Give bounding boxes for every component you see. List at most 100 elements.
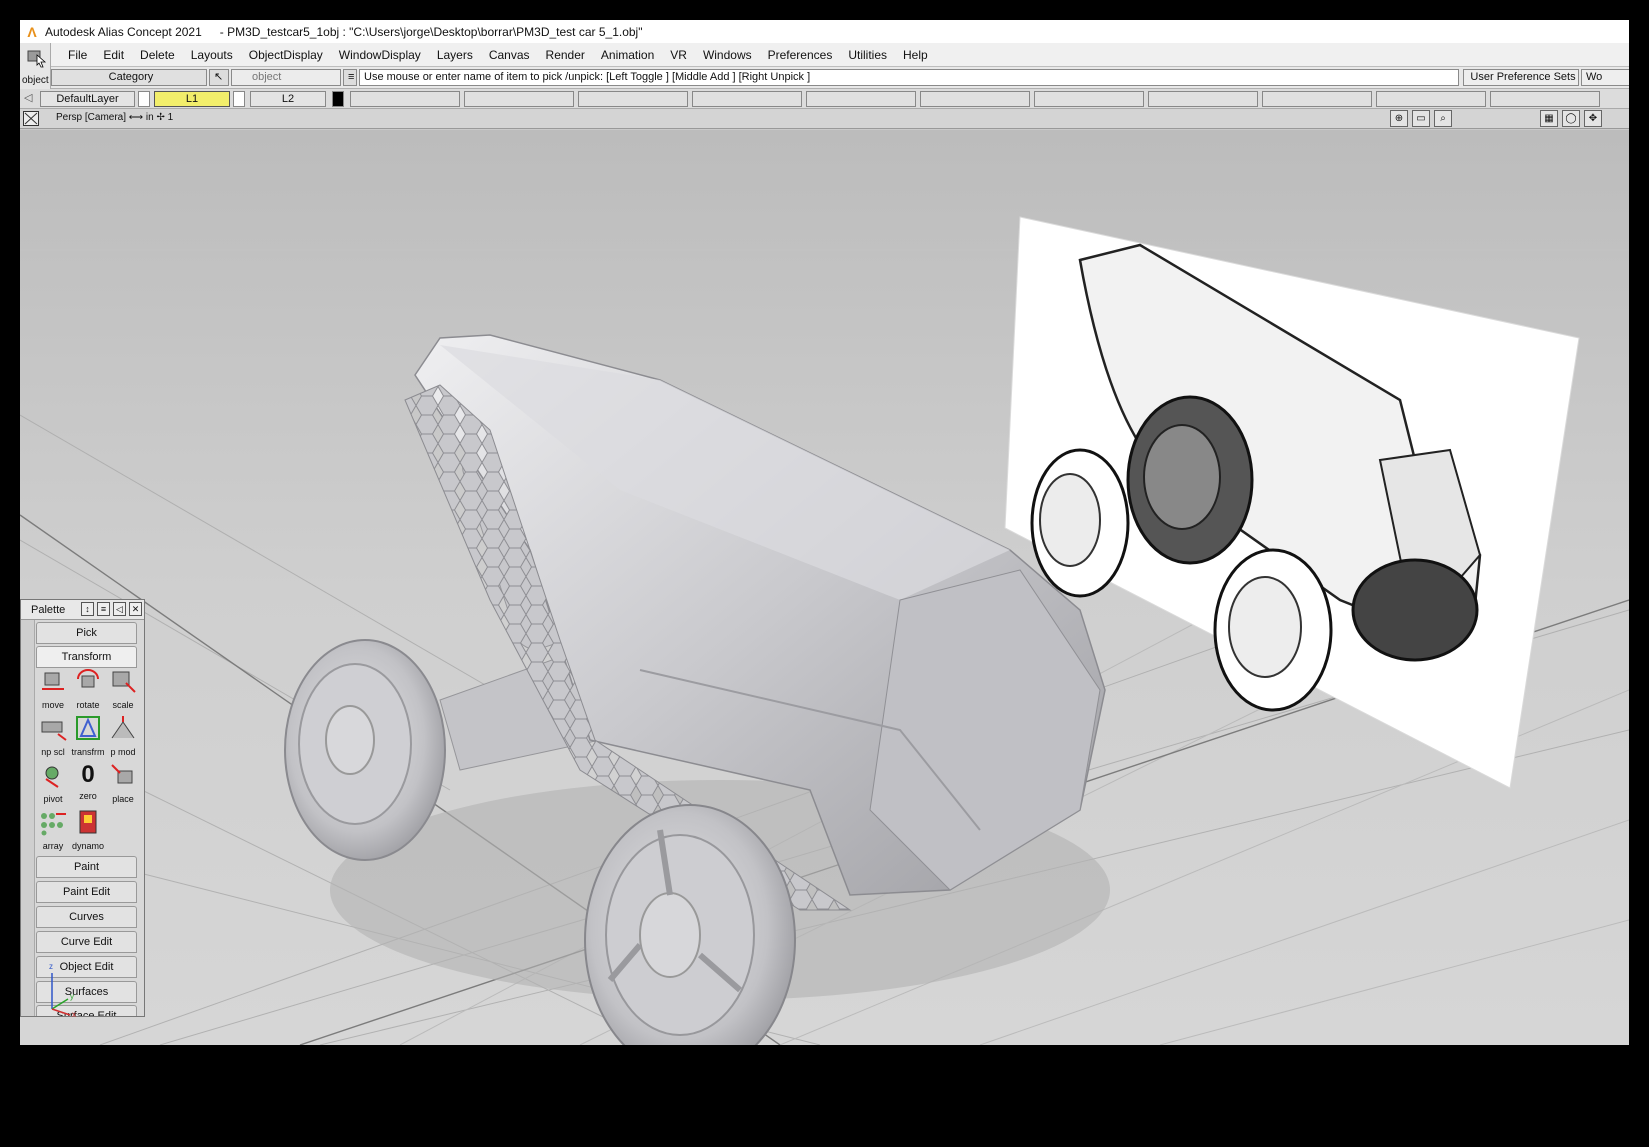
place-icon	[111, 764, 133, 784]
axis-z-label: z	[49, 962, 53, 971]
layer-slot[interactable]	[920, 91, 1030, 107]
tab-paint[interactable]: Paint	[36, 856, 137, 878]
menu-objectdisplay[interactable]: ObjectDisplay	[241, 48, 331, 62]
axis-indicator: z y x	[49, 962, 76, 1019]
tab-pick[interactable]: Pick	[36, 622, 137, 644]
transform-icon	[76, 716, 100, 740]
tool-transfrm[interactable]: transfrm	[71, 714, 105, 759]
palette-title: Palette	[31, 604, 66, 616]
layer-slot[interactable]	[1034, 91, 1144, 107]
layer-slot[interactable]	[1376, 91, 1486, 107]
menu-utilities[interactable]: Utilities	[840, 48, 895, 62]
tool-dynamo[interactable]: dynamo	[71, 808, 105, 853]
menu-file[interactable]: File	[60, 48, 95, 62]
category-pick-icon[interactable]: ↖	[209, 69, 229, 86]
tool-pivot[interactable]: pivot	[36, 761, 70, 806]
tool-label: np scl	[41, 747, 65, 757]
nonprop-scale-icon	[41, 721, 67, 741]
tab-transform[interactable]: Transform	[36, 646, 137, 668]
layer-l2[interactable]: L2	[250, 91, 326, 107]
alias-app-window: Λ Autodesk Alias Concept 2021 - PM3D_tes…	[20, 20, 1629, 1045]
menu-layouts[interactable]: Layouts	[183, 48, 241, 62]
palette-list-icon[interactable]: ≡	[97, 602, 110, 616]
user-preference-sets-button[interactable]: User Preference Sets	[1463, 69, 1579, 86]
prompt-line[interactable]: Use mouse or enter name of item to pick …	[359, 69, 1459, 86]
proportional-modify-icon	[111, 716, 135, 739]
tool-label: place	[112, 794, 134, 804]
menu-delete[interactable]: Delete	[132, 48, 183, 62]
3d-scene[interactable]	[20, 130, 1629, 1045]
perspective-viewport[interactable]: Persp [Camera] ⟷ in ✢ 1 ⊕ ▭ ⌕ ▦ ◯ ✥ Pale…	[20, 109, 1629, 1045]
palette-collapse-icon[interactable]: ◁	[113, 602, 126, 616]
layer-default-visibility[interactable]	[138, 91, 150, 107]
file-title: - PM3D_testcar5_1obj : "C:\Users\jorge\D…	[219, 24, 643, 39]
app-name: Autodesk Alias Concept 2021	[45, 24, 202, 39]
palette-grip[interactable]	[21, 620, 35, 1016]
menu-render[interactable]: Render	[538, 48, 593, 62]
tool-p-mod[interactable]: p mod	[106, 714, 140, 759]
tool-label: move	[41, 700, 64, 710]
tool-rotate[interactable]: rotate	[71, 667, 105, 712]
menu-edit[interactable]: Edit	[95, 48, 132, 62]
layer-bar: ◁ DefaultLayer L1 L2	[20, 89, 1629, 109]
tool-label: p mod	[110, 747, 136, 757]
tool-array[interactable]: array	[36, 808, 70, 853]
layer-slot[interactable]	[1148, 91, 1258, 107]
axis-y-label: y	[70, 992, 74, 1001]
viewport-layout-icon[interactable]: ▦	[1540, 110, 1558, 127]
tool-place[interactable]: place	[106, 761, 140, 806]
menu-windowdisplay[interactable]: WindowDisplay	[331, 48, 429, 62]
prompt-icon: ≡	[343, 69, 357, 86]
layer-slot[interactable]	[350, 91, 460, 107]
layer-color-swatch[interactable]	[332, 91, 344, 107]
tool-zero[interactable]: 0 zero	[71, 761, 105, 806]
menu-layers[interactable]: Layers	[429, 48, 481, 62]
layer-l1-visibility[interactable]	[233, 91, 245, 107]
rotate-icon	[77, 669, 99, 688]
viewport-maximize-icon[interactable]: ◯	[1562, 110, 1580, 127]
axis-x-label: x	[72, 1010, 76, 1019]
layer-slot[interactable]	[464, 91, 574, 107]
layer-l1[interactable]: L1	[154, 91, 230, 107]
menu-canvas[interactable]: Canvas	[481, 48, 538, 62]
category-bar: Category ↖ object ≡ Use mouse or enter n…	[51, 67, 1629, 89]
menu-preferences[interactable]: Preferences	[760, 48, 841, 62]
menu-help[interactable]: Help	[895, 48, 936, 62]
menu-vr[interactable]: VR	[662, 48, 695, 62]
camera-zoom-icon[interactable]: ⌕	[1434, 110, 1452, 127]
palette-resize-icon[interactable]: ↕	[81, 602, 94, 616]
tool-np-scl[interactable]: np scl	[36, 714, 70, 759]
layer-slot[interactable]	[578, 91, 688, 107]
camera-track-icon[interactable]: ▭	[1412, 110, 1430, 127]
tool-label: scale	[112, 700, 134, 710]
category-label[interactable]: Category	[51, 69, 207, 86]
tool-label: transfrm	[71, 747, 105, 757]
category-value[interactable]: object	[231, 69, 341, 86]
menu-windows[interactable]: Windows	[695, 48, 760, 62]
pick-tool-button[interactable]: object	[20, 43, 51, 90]
menu-animation[interactable]: Animation	[593, 48, 662, 62]
viewport-move-icon[interactable]: ✥	[1584, 110, 1602, 127]
layer-default[interactable]: DefaultLayer	[40, 91, 135, 107]
tab-curve-edit[interactable]: Curve Edit	[36, 931, 137, 953]
tab-paint-edit[interactable]: Paint Edit	[36, 881, 137, 903]
layer-slot[interactable]	[806, 91, 916, 107]
tool-move[interactable]: move	[36, 667, 70, 712]
layer-collapse-icon[interactable]: ◁	[24, 91, 32, 104]
array-icon	[41, 813, 66, 836]
workspace-button[interactable]: Wo	[1581, 69, 1629, 86]
move-icon	[42, 672, 64, 690]
wheel-rear	[284, 639, 446, 861]
viewport-close-icon[interactable]	[23, 111, 39, 126]
zero-icon: 0	[81, 761, 95, 788]
tool-scale[interactable]: scale	[106, 667, 140, 712]
tab-curves[interactable]: Curves	[36, 906, 137, 928]
palette-panel: Palette ↕ ≡ ◁ ✕ Pick Transform move rota…	[20, 599, 145, 1017]
palette-close-icon[interactable]: ✕	[129, 602, 142, 616]
tool-label: rotate	[76, 700, 100, 710]
title-bar: Λ Autodesk Alias Concept 2021 - PM3D_tes…	[20, 20, 1629, 43]
layer-slot[interactable]	[692, 91, 802, 107]
layer-slot[interactable]	[1262, 91, 1372, 107]
camera-tumble-icon[interactable]: ⊕	[1390, 110, 1408, 127]
layer-slot[interactable]	[1490, 91, 1600, 107]
